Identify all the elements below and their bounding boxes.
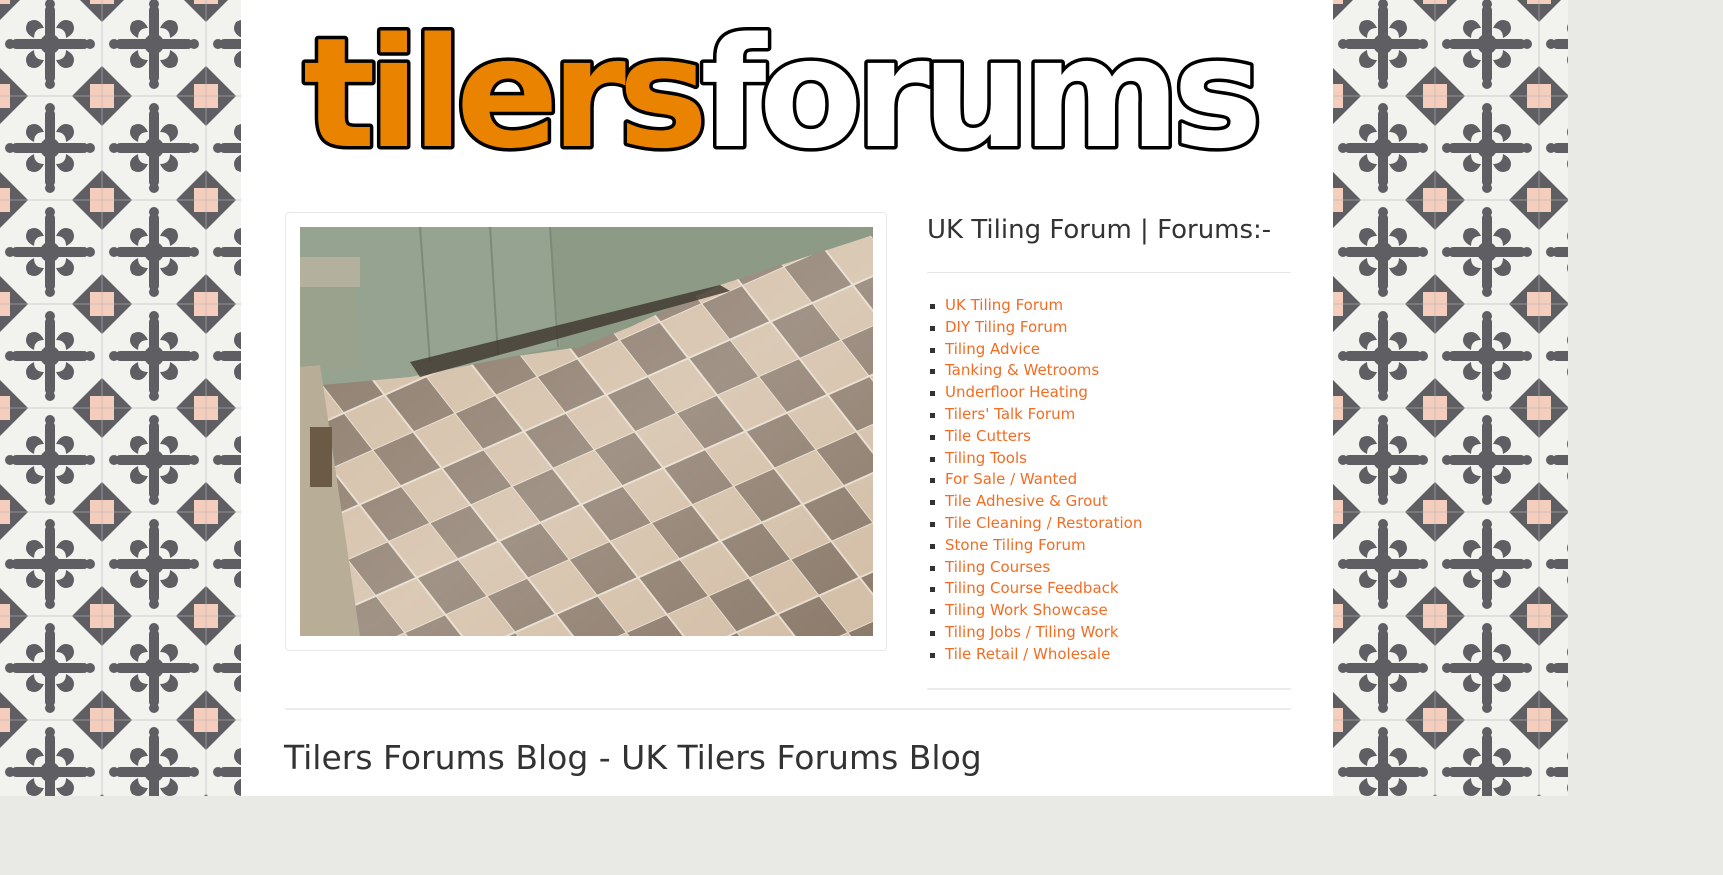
forum-list-item: Tiling Jobs / Tiling Work	[927, 622, 1291, 644]
bullet-icon	[930, 521, 935, 527]
divider	[927, 272, 1291, 273]
forum-list-item: Tiling Advice	[927, 339, 1291, 361]
forum-list-item: DIY Tiling Forum	[927, 317, 1291, 339]
bullet-icon	[930, 391, 935, 397]
forum-link-cleaning-restoration[interactable]: Tile Cleaning / Restoration	[945, 514, 1142, 532]
bullet-icon	[930, 325, 935, 331]
forum-list-item: Tiling Tools	[927, 448, 1291, 470]
forum-link-retail-wholesale[interactable]: Tile Retail / Wholesale	[945, 645, 1110, 663]
tile-pattern-graphic	[1333, 0, 1568, 796]
forum-list-item: Tiling Work Showcase	[927, 600, 1291, 622]
background-tile-pattern-right	[1333, 0, 1568, 796]
forum-link-tile-cutters[interactable]: Tile Cutters	[945, 427, 1031, 445]
bullet-icon	[930, 587, 935, 593]
forum-list-item: Stone Tiling Forum	[927, 535, 1291, 557]
bullet-icon	[930, 369, 935, 375]
bullet-icon	[930, 434, 935, 440]
logo-part-tilers: tilers	[303, 5, 702, 182]
forum-link-adhesive-grout[interactable]: Tile Adhesive & Grout	[945, 492, 1108, 510]
page-content: tilersforums UK Tiling Forum | Forums:- …	[241, 0, 1333, 796]
forum-link-diy-tiling-forum[interactable]: DIY Tiling Forum	[945, 318, 1067, 336]
forum-list-item: Tiling Courses	[927, 557, 1291, 579]
bullet-icon	[930, 304, 935, 309]
main-divider	[285, 708, 1291, 710]
bullet-icon	[930, 456, 935, 462]
forum-link-tiling-tools[interactable]: Tiling Tools	[945, 449, 1027, 467]
site-logo[interactable]: tilersforums	[299, 2, 1274, 186]
forum-list-item: For Sale / Wanted	[927, 469, 1291, 491]
forum-link-uk-tiling-forum[interactable]: UK Tiling Forum	[945, 296, 1063, 314]
forum-list-item: Tanking & Wetrooms	[927, 360, 1291, 382]
bullet-icon	[930, 412, 935, 418]
forum-link-course-feedback[interactable]: Tiling Course Feedback	[945, 579, 1119, 597]
bullet-icon	[930, 652, 935, 658]
forum-link-underfloor-heating[interactable]: Underfloor Heating	[945, 383, 1088, 401]
forum-link-tiling-courses[interactable]: Tiling Courses	[945, 558, 1050, 576]
forum-list-item: Tilers' Talk Forum	[927, 404, 1291, 426]
blog-title: Tilers Forums Blog - UK Tilers Forums Bl…	[284, 738, 982, 777]
tile-floor-photo	[300, 227, 873, 636]
logo-part-forums: forums	[700, 5, 1256, 182]
forum-link-work-showcase[interactable]: Tiling Work Showcase	[945, 601, 1108, 619]
forum-link-stone-tiling[interactable]: Stone Tiling Forum	[945, 536, 1086, 554]
forum-list-item: Underfloor Heating	[927, 382, 1291, 404]
forum-list: UK Tiling Forum DIY Tiling Forum Tiling …	[927, 295, 1291, 666]
bullet-icon	[930, 609, 935, 615]
logo-text: tilersforums	[303, 5, 1257, 182]
bullet-icon	[930, 543, 935, 549]
sidebar-title: UK Tiling Forum | Forums:-	[927, 215, 1272, 245]
forum-list-item: Tile Cleaning / Restoration	[927, 513, 1291, 535]
forum-list-item: Tile Retail / Wholesale	[927, 644, 1291, 666]
bullet-icon	[930, 630, 935, 636]
bullet-icon	[930, 478, 935, 484]
forum-link-tiling-jobs[interactable]: Tiling Jobs / Tiling Work	[945, 623, 1119, 641]
forum-link-tiling-advice[interactable]: Tiling Advice	[945, 340, 1040, 358]
forum-list-item: Tile Adhesive & Grout	[927, 491, 1291, 513]
forums-sidebar: UK Tiling Forum | Forums:- UK Tiling For…	[927, 212, 1291, 666]
forum-list-item: UK Tiling Forum	[927, 295, 1291, 317]
bullet-icon	[930, 500, 935, 506]
forum-link-for-sale-wanted[interactable]: For Sale / Wanted	[945, 470, 1077, 488]
tile-pattern-graphic	[0, 0, 241, 796]
sidebar-divider-bottom	[927, 688, 1291, 690]
background-tile-pattern-left	[0, 0, 241, 796]
forum-list-item: Tile Cutters	[927, 426, 1291, 448]
bullet-icon	[930, 565, 935, 571]
hero-image-frame	[285, 212, 887, 651]
forum-link-tanking-wetrooms[interactable]: Tanking & Wetrooms	[945, 361, 1099, 379]
bullet-icon	[930, 347, 935, 353]
forum-link-tilers-talk[interactable]: Tilers' Talk Forum	[945, 405, 1075, 423]
hero-image	[300, 227, 873, 636]
forum-list-item: Tiling Course Feedback	[927, 578, 1291, 600]
